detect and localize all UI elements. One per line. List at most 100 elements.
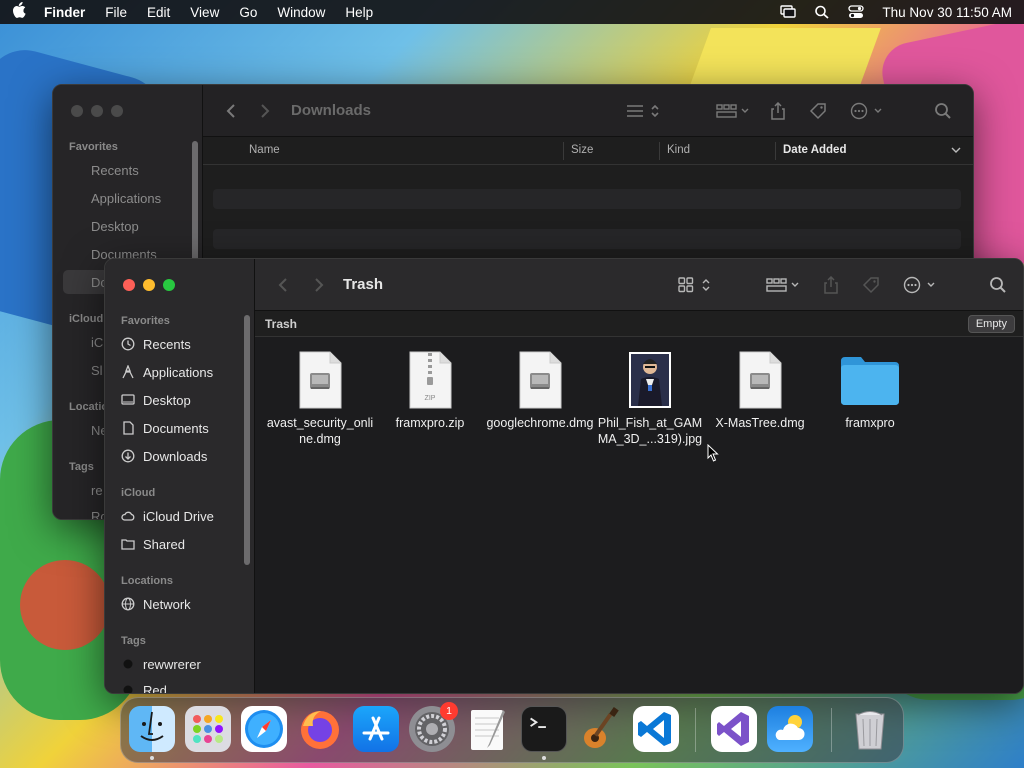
zip-file-icon: ZIP [408, 351, 452, 409]
sidebar-item-applications[interactable]: Applications [115, 360, 240, 384]
sidebar-header-locations: Locations [121, 575, 173, 587]
sidebar-item-recents[interactable]: Recents [115, 332, 240, 356]
tag-dot-icon [121, 657, 135, 671]
list-row-stripe [213, 189, 961, 209]
sidebar-item-shared[interactable]: Shared [115, 532, 240, 556]
screen-mirroring-icon[interactable] [780, 5, 797, 19]
action-menu-icon[interactable] [848, 101, 888, 121]
zoom-button[interactable] [163, 279, 175, 291]
forward-chevron-icon[interactable] [257, 101, 273, 121]
sidebar-item-desktop[interactable]: Desktop [115, 388, 240, 412]
sidebar-item-applications[interactable]: Applications [63, 186, 188, 210]
control-center-icon[interactable] [848, 5, 865, 19]
mouse-cursor-icon [707, 443, 719, 462]
empty-trash-button[interactable]: Empty [967, 315, 1015, 333]
dock-launchpad-icon[interactable] [185, 706, 231, 752]
column-name[interactable]: Name [249, 144, 280, 156]
apple-menu-icon[interactable] [12, 2, 26, 22]
sidebar-item-network[interactable]: Network [115, 592, 240, 616]
folder-icon [839, 351, 901, 409]
file-item[interactable]: avast_security_online.dmg [265, 351, 375, 447]
window-controls [123, 279, 175, 291]
column-size[interactable]: Size [571, 144, 593, 156]
minimize-button[interactable] [91, 105, 103, 117]
sidebar-header-icloud: iCloud [69, 313, 104, 325]
dock-safari-icon[interactable] [241, 706, 287, 752]
back-chevron-icon[interactable] [275, 275, 291, 295]
forward-chevron-icon[interactable] [311, 275, 327, 295]
group-icon[interactable] [763, 275, 803, 295]
dmg-file-icon [738, 351, 782, 409]
tag-icon[interactable] [808, 101, 828, 121]
downloads-toolbar: Downloads [203, 85, 973, 137]
dock-firefox-icon[interactable] [297, 706, 343, 752]
close-button[interactable] [123, 279, 135, 291]
menu-clock[interactable]: Thu Nov 30 11:50 AM [882, 5, 1012, 20]
dock-finder-icon[interactable] [129, 706, 175, 752]
trash-toolbar: Trash [255, 259, 1023, 311]
file-item[interactable]: X-MasTree.dmg [705, 351, 815, 431]
sidebar-item-tag-rewwrerer[interactable]: rewwrerer [115, 652, 240, 676]
dock-visual-studio-icon[interactable] [711, 706, 757, 752]
dock-app-store-icon[interactable] [353, 706, 399, 752]
dock-vscode-icon[interactable] [633, 706, 679, 752]
dock-terminal-icon[interactable] [521, 706, 567, 752]
sidebar-item-tag-red[interactable]: Red [115, 678, 240, 693]
zoom-button[interactable] [111, 105, 123, 117]
trash-sidebar: Favorites Recents Applications Desktop D… [105, 259, 255, 693]
sidebar-item-desktop[interactable]: Desktop [63, 214, 188, 238]
share-icon[interactable] [768, 101, 788, 121]
dock-trash-icon[interactable] [847, 706, 893, 752]
group-icon[interactable] [713, 101, 753, 121]
sidebar-item-documents[interactable]: Documents [115, 416, 240, 440]
list-view-icon[interactable] [623, 101, 663, 121]
sidebar-header-locations: Locatio [69, 401, 109, 413]
menu-help[interactable]: Help [345, 5, 373, 20]
dock-textedit-icon[interactable] [465, 706, 511, 752]
file-item[interactable]: framxpro [815, 351, 925, 431]
spotlight-search-icon[interactable] [814, 5, 830, 19]
trash-header-bar: Trash Empty [255, 311, 1023, 337]
dmg-file-icon [518, 351, 562, 409]
file-item[interactable]: Phil_Fish_at_GAMMA_3D_...319).jpg [595, 351, 705, 447]
cloud-icon [121, 509, 135, 523]
share-icon[interactable] [821, 275, 841, 295]
menu-finder[interactable]: Finder [44, 5, 85, 20]
file-item[interactable]: googlechrome.dmg [485, 351, 595, 431]
menu-file[interactable]: File [105, 5, 127, 20]
search-icon[interactable] [988, 275, 1008, 295]
dock-garageband-icon[interactable] [577, 706, 623, 752]
column-kind[interactable]: Kind [667, 144, 690, 156]
icon-view-icon[interactable] [675, 275, 715, 295]
window-title: Downloads [291, 102, 372, 119]
back-chevron-icon[interactable] [223, 101, 239, 121]
dock-weather-icon[interactable] [767, 706, 813, 752]
search-icon[interactable] [933, 101, 953, 121]
sidebar-item-recents[interactable]: Recents [63, 158, 188, 182]
dmg-file-icon [298, 351, 342, 409]
download-icon [121, 449, 135, 463]
sidebar-item-downloads[interactable]: Downloads [115, 444, 240, 468]
clock-icon [121, 337, 135, 351]
menu-go[interactable]: Go [239, 5, 257, 20]
applications-icon [121, 364, 135, 379]
column-date-added[interactable]: Date Added [783, 144, 846, 156]
window-controls [71, 105, 123, 117]
sort-chevron-down-icon[interactable] [951, 145, 961, 157]
minimize-button[interactable] [143, 279, 155, 291]
file-item[interactable]: ZIP framxpro.zip [375, 351, 485, 431]
sidebar-header-tags: Tags [121, 635, 146, 647]
jpg-image-icon [628, 351, 672, 409]
sidebar-item-icloud-drive[interactable]: iCloud Drive [115, 504, 240, 528]
sidebar-scrollbar[interactable] [244, 315, 250, 565]
trash-window[interactable]: Favorites Recents Applications Desktop D… [104, 258, 1024, 694]
tag-icon[interactable] [861, 275, 881, 295]
close-button[interactable] [71, 105, 83, 117]
dock [120, 697, 904, 763]
action-menu-icon[interactable] [901, 275, 941, 295]
column-header: Name Size Kind Date Added [203, 137, 973, 165]
menu-edit[interactable]: Edit [147, 5, 170, 20]
menu-view[interactable]: View [190, 5, 219, 20]
tag-dot-icon [121, 683, 135, 693]
menu-window[interactable]: Window [277, 5, 325, 20]
